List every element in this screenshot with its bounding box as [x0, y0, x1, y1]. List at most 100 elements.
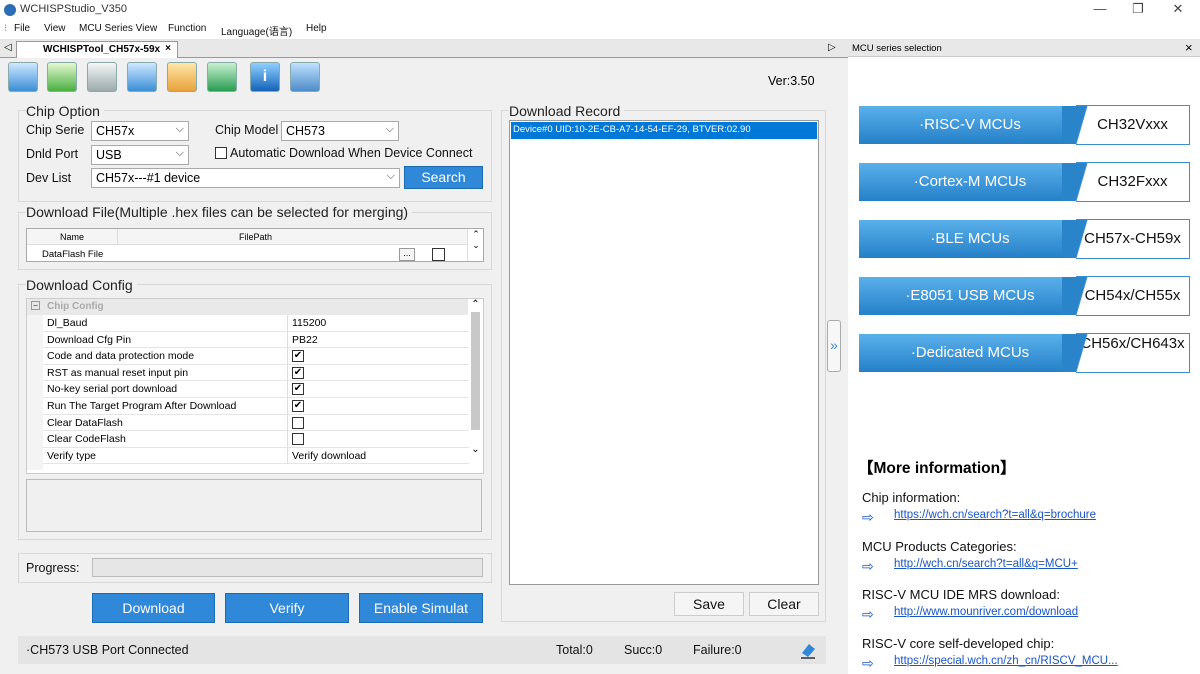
series-button[interactable]: ·Cortex-M MCUs — [859, 163, 1081, 201]
series-divider — [1062, 105, 1102, 145]
verify-icon[interactable] — [87, 62, 117, 92]
col-divider — [117, 229, 118, 245]
expand-pane-button[interactable]: » — [827, 320, 841, 372]
clear-button[interactable]: Clear — [749, 592, 819, 616]
config-row-divider — [287, 431, 288, 448]
menu-language[interactable]: Language(语言) — [221, 23, 292, 38]
download-icon[interactable] — [47, 62, 77, 92]
eraser-icon[interactable] — [799, 641, 817, 659]
info-link[interactable]: https://special.wch.cn/zh_cn/RISCV_MCU..… — [894, 655, 1118, 667]
config-row-name: RST as manual reset input pin — [47, 366, 189, 379]
info-link[interactable]: https://wch.cn/search?t=all&q=brochure — [894, 509, 1096, 521]
save-button[interactable]: Save — [674, 592, 744, 616]
config-row-checkbox[interactable] — [292, 416, 304, 429]
info-link[interactable]: http://www.mounriver.com/download — [894, 606, 1078, 618]
layout-icon[interactable] — [290, 62, 320, 92]
chevron-down-icon: ⌵ — [175, 147, 184, 159]
export-icon[interactable] — [167, 62, 197, 92]
config-row[interactable]: Dl_Baud 115200 — [43, 315, 469, 332]
config-row[interactable]: Verify type Verify download — [43, 447, 469, 465]
pane-close-icon[interactable]: × — [1185, 40, 1193, 55]
collapse-icon[interactable]: − — [31, 301, 40, 310]
import-icon[interactable] — [207, 62, 237, 92]
verify-button[interactable]: Verify — [225, 593, 349, 623]
arrow-right-icon: ⇨ — [862, 606, 874, 622]
info-link[interactable]: http://wch.cn/search?t=all&q=MCU+ — [894, 558, 1078, 570]
series-divider — [1062, 276, 1102, 316]
title-bar: WCHISPStudio_V350 — ❐ ✕ — [0, 0, 1200, 20]
config-row-checkbox[interactable] — [292, 433, 304, 446]
config-row-divider — [287, 348, 288, 365]
refresh-icon[interactable] — [127, 62, 157, 92]
config-row-checkbox[interactable]: ✔ — [292, 400, 304, 412]
series-divider — [1062, 333, 1102, 373]
config-row[interactable]: Run The Target Program After Download ✔ — [43, 398, 469, 415]
config-scrollbar[interactable]: ⌃ ⌄ — [468, 299, 483, 473]
dnld-port-select[interactable]: USB ⌵ — [91, 145, 189, 165]
arrow-right-icon: ⇨ — [862, 557, 874, 574]
tab-wchisptool[interactable]: WCHISPTool_CH57x-59x × — [16, 41, 178, 58]
series-button[interactable]: ·Dedicated MCUs — [859, 334, 1081, 372]
config-row-name: Clear DataFlash — [47, 416, 123, 429]
scroll-down-icon[interactable]: ⌄ — [468, 444, 483, 455]
info-icon[interactable]: i — [250, 62, 280, 92]
record-list[interactable]: Device#0 UID:10-2E-CB-A7-14-54-EF-29, BT… — [509, 120, 819, 585]
config-row[interactable]: Clear CodeFlash — [43, 431, 469, 448]
dataflash-checkbox[interactable] — [432, 248, 445, 261]
pane-title: MCU series selection — [852, 43, 942, 54]
download-button[interactable]: Download — [92, 593, 215, 623]
minimize-icon[interactable]: — — [1080, 0, 1120, 20]
config-row[interactable]: Code and data protection mode ✔ — [43, 348, 469, 365]
col-name: Name — [60, 232, 85, 242]
close-icon[interactable]: ✕ — [1158, 0, 1198, 20]
dataflash-row-name: DataFlash File — [42, 249, 104, 260]
series-button[interactable]: ·BLE MCUs — [859, 220, 1081, 258]
config-row[interactable]: Download Cfg Pin PB22 — [43, 331, 469, 349]
config-row-checkbox[interactable]: ✔ — [292, 383, 304, 396]
chip-config-group-row[interactable]: − Chip Config — [27, 299, 468, 315]
browse-button[interactable]: ... — [399, 248, 415, 261]
enable-simulate-button[interactable]: Enable Simulat — [359, 593, 483, 623]
menu-function[interactable]: Function — [168, 23, 206, 34]
config-row[interactable]: RST as manual reset input pin ✔ — [43, 364, 469, 382]
auto-download-checkbox[interactable] — [215, 147, 227, 159]
config-row-divider — [287, 398, 288, 414]
tab-label: WCHISPTool_CH57x-59x — [43, 44, 161, 55]
config-row[interactable]: No-key serial port download ✔ — [43, 381, 469, 398]
config-row-checkbox[interactable]: ✔ — [292, 350, 304, 363]
record-entry[interactable]: Device#0 UID:10-2E-CB-A7-14-54-EF-29, BT… — [511, 122, 817, 139]
search-button[interactable]: Search — [404, 166, 483, 189]
config-row-value[interactable]: PB22 — [292, 334, 318, 346]
config-row-checkbox[interactable]: ✔ — [292, 366, 304, 379]
more-info-title: 【More information】 — [858, 460, 1016, 477]
chip-serie-select[interactable]: CH57x ⌵ — [91, 121, 189, 141]
chip-model-select[interactable]: CH573 ⌵ — [281, 121, 399, 141]
menu-view[interactable]: View — [44, 23, 66, 34]
tab-close-icon[interactable]: × — [165, 43, 171, 54]
series-button[interactable]: ·E8051 USB MCUs — [859, 277, 1081, 315]
tab-scroll-right-icon[interactable]: ▷ — [828, 42, 836, 53]
menu-help[interactable]: Help — [306, 23, 327, 34]
pane-header: MCU series selection × — [848, 40, 1200, 57]
config-row-divider — [287, 331, 288, 348]
config-row-value[interactable]: 115200 — [292, 317, 326, 329]
menu-mcu-series-view[interactable]: MCU Series View — [79, 23, 157, 34]
config-row-divider — [287, 364, 288, 381]
scroll-up-icon[interactable]: ⌃ — [468, 299, 483, 310]
chip-model-value: CH573 — [286, 124, 325, 138]
menu-file[interactable]: File — [14, 23, 30, 34]
file-table-scrollbar[interactable]: ⌃ ⌄ — [467, 229, 484, 261]
dev-list-select[interactable]: CH57x---#1 device ⌵ — [91, 168, 400, 188]
scroll-thumb[interactable] — [471, 312, 480, 430]
tab-scroll-left-icon[interactable]: ◁ — [4, 42, 12, 53]
search-device-icon[interactable] — [8, 62, 38, 92]
version-label: Ver:3.50 — [768, 74, 815, 88]
tab-strip: ◁ WCHISPTool_CH57x-59x × ▷ — [0, 40, 848, 58]
config-row-divider — [287, 315, 288, 331]
status-bar: ·CH573 USB Port Connected Total:0 Succ:0… — [18, 636, 826, 664]
config-row-value[interactable]: Verify download — [292, 450, 366, 462]
series-button[interactable]: ·RISC-V MCUs — [859, 106, 1081, 144]
failure-count: Failure:0 — [693, 643, 742, 657]
maximize-icon[interactable]: ❐ — [1118, 0, 1158, 20]
config-row[interactable]: Clear DataFlash — [43, 414, 469, 432]
